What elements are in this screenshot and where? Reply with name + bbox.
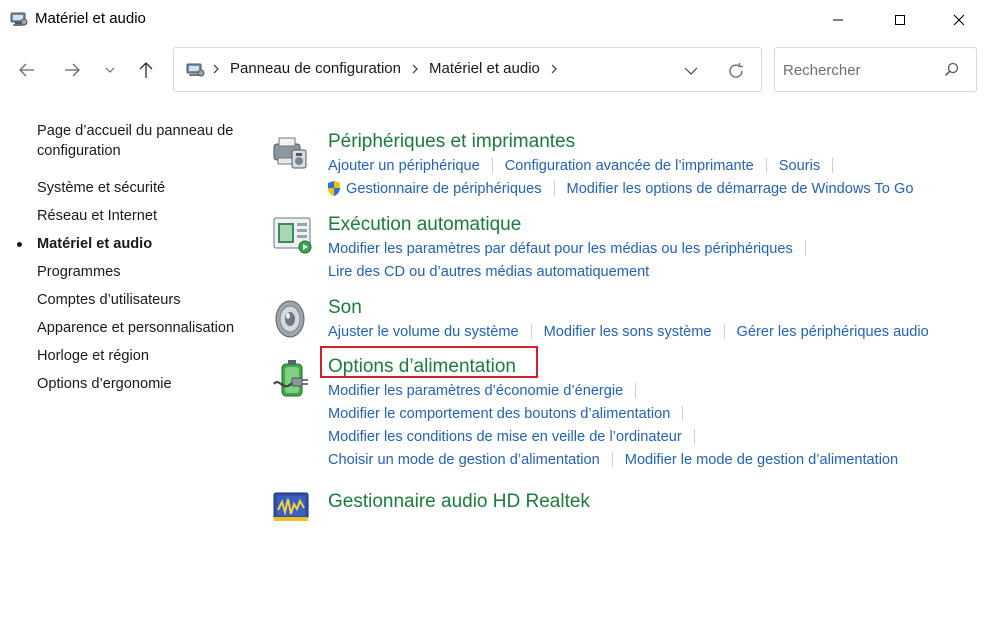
manage-audio-devices-link[interactable]: Gérer les périphériques audio <box>737 324 929 340</box>
realtek-audio-title-link[interactable]: Gestionnaire audio HD Realtek <box>328 491 590 513</box>
maximize-button[interactable] <box>877 0 923 40</box>
sidebar-item-appearance[interactable]: Apparence et personnalisation <box>37 318 257 338</box>
close-button[interactable] <box>936 0 982 40</box>
chevron-right-icon[interactable] <box>411 63 419 75</box>
link-separator <box>765 158 767 173</box>
autoplay-cds-link[interactable]: Lire des CD ou d’autres médias automatiq… <box>328 264 649 280</box>
power-options-title-link[interactable]: Options d’alimentation <box>328 356 516 378</box>
current-item-bullet <box>17 242 22 247</box>
link-separator <box>682 406 684 421</box>
sound-title-link[interactable]: Son <box>328 297 362 319</box>
search-box[interactable] <box>774 47 977 92</box>
breadcrumb-hardware-sound[interactable]: Matériel et audio <box>429 60 540 77</box>
uac-shield-icon <box>326 180 342 197</box>
window-title: Matériel et audio <box>35 10 146 27</box>
link-separator <box>611 452 613 467</box>
link-separator <box>832 158 834 173</box>
change-power-buttons-link[interactable]: Modifier le comportement des boutons d’a… <box>328 406 670 422</box>
control-panel-icon <box>186 62 206 78</box>
breadcrumb: Panneau de configuration Matériel et aud… <box>212 60 568 77</box>
choose-power-plan-link[interactable]: Choisir un mode de gestion d’alimentatio… <box>328 452 600 468</box>
title-bar: Matériel et audio <box>0 0 990 40</box>
search-input[interactable] <box>783 59 933 81</box>
sidebar-item-network-internet[interactable]: Réseau et Internet <box>37 206 257 226</box>
close-icon <box>953 14 965 26</box>
adjust-system-volume-link[interactable]: Ajuster le volume du système <box>328 324 519 340</box>
change-sleep-settings-link[interactable]: Modifier les conditions de mise en veill… <box>328 429 682 445</box>
maximize-icon <box>895 15 905 25</box>
edit-power-plan-link[interactable]: Modifier le mode de gestion d’alimentati… <box>625 452 898 468</box>
refresh-icon <box>729 63 743 78</box>
search-icon[interactable] <box>943 61 961 79</box>
sidebar-item-hardware-sound[interactable]: Matériel et audio <box>17 234 257 254</box>
sidebar-item-programs[interactable]: Programmes <box>37 262 257 282</box>
mouse-link[interactable]: Souris <box>779 158 820 174</box>
add-device-link[interactable]: Ajouter un périphérique <box>328 158 480 174</box>
devices-printers-links: Ajouter un périphérique Configuration av… <box>328 154 913 200</box>
chevron-right-icon[interactable] <box>212 63 220 75</box>
chevron-down-icon <box>105 67 115 73</box>
link-separator <box>530 324 532 339</box>
sidebar-item-system-security[interactable]: Système et sécurité <box>37 178 257 198</box>
up-button[interactable] <box>134 58 158 82</box>
sound-links: Ajuster le volume du système Modifier le… <box>328 320 929 343</box>
address-bar[interactable]: Panneau de configuration Matériel et aud… <box>173 47 762 92</box>
autoplay-icon <box>272 216 316 260</box>
printer-icon <box>272 134 316 178</box>
change-system-sounds-link[interactable]: Modifier les sons système <box>544 324 712 340</box>
change-media-defaults-link[interactable]: Modifier les paramètres par défaut pour … <box>328 241 793 257</box>
arrow-left-icon <box>19 63 34 77</box>
autoplay-title-link[interactable]: Exécution automatique <box>328 214 521 236</box>
device-manager-link[interactable]: Gestionnaire de périphériques <box>346 181 542 197</box>
forward-button[interactable] <box>60 58 84 82</box>
sidebar-item-user-accounts[interactable]: Comptes d’utilisateurs <box>37 290 257 310</box>
refresh-button[interactable] <box>724 60 748 82</box>
arrow-right-icon <box>65 63 80 77</box>
breadcrumb-control-panel[interactable]: Panneau de configuration <box>230 60 401 77</box>
sidebar-item-label: Matériel et audio <box>37 236 153 252</box>
devices-printers-title-link[interactable]: Périphériques et imprimantes <box>328 131 575 153</box>
change-power-saving-settings-link[interactable]: Modifier les paramètres d’économie d’éne… <box>328 383 623 399</box>
arrow-up-icon <box>139 62 153 78</box>
link-separator <box>723 324 725 339</box>
power-options-links: Modifier les paramètres d’économie d’éne… <box>328 379 898 471</box>
link-separator <box>553 181 555 196</box>
back-button[interactable] <box>15 58 39 82</box>
control-panel-icon <box>10 11 28 27</box>
sidebar: Page d’accueil du panneau de configurati… <box>17 121 257 402</box>
windows-to-go-options-link[interactable]: Modifier les options de démarrage de Win… <box>567 181 914 197</box>
link-separator <box>491 158 493 173</box>
recent-locations-button[interactable] <box>99 58 121 82</box>
sidebar-item-clock-region[interactable]: Horloge et région <box>37 346 257 366</box>
link-separator <box>693 429 695 444</box>
sidebar-item-control-panel-home[interactable]: Page d’accueil du panneau de configurati… <box>37 121 257 161</box>
minimize-icon <box>833 19 843 21</box>
chevron-right-icon[interactable] <box>550 63 558 75</box>
sidebar-item-ease-of-access[interactable]: Options d’ergonomie <box>37 374 257 394</box>
power-options-icon <box>272 358 316 402</box>
link-separator <box>804 241 806 256</box>
address-history-button[interactable] <box>679 60 703 82</box>
autoplay-links: Modifier les paramètres par défaut pour … <box>328 237 818 283</box>
chevron-down-icon <box>684 67 698 75</box>
link-separator <box>635 383 637 398</box>
advanced-printer-setup-link[interactable]: Configuration avancée de l’imprimante <box>505 158 754 174</box>
minimize-button[interactable] <box>815 0 861 40</box>
speaker-icon <box>274 299 318 343</box>
realtek-audio-icon <box>272 490 316 534</box>
